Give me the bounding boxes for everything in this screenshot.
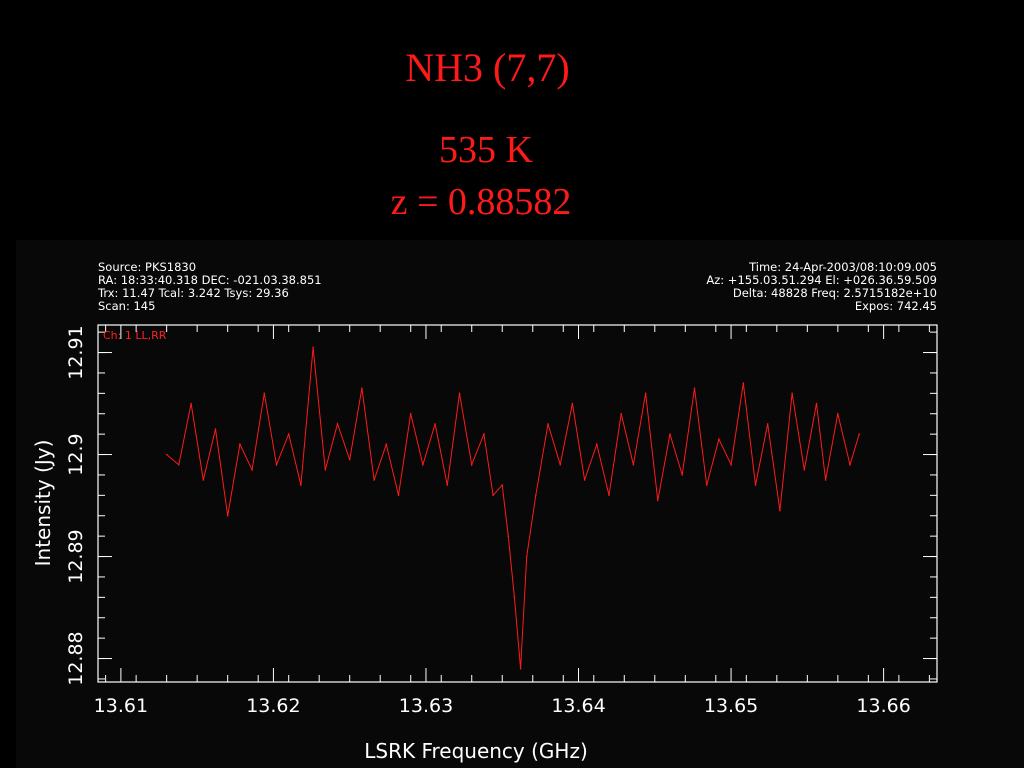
spectrum-point [458,392,461,395]
x-tick-label: 13.61 [94,695,148,717]
spectrum-point [837,412,839,415]
spectrum-point [483,433,485,435]
redshift-label: z = 0.88582 [390,181,572,223]
spectrum-point [571,402,574,405]
spectrum-point [226,514,229,517]
spectrum-point [632,463,635,466]
spectrum-chart: Source: PKS1830 RA: 18:33:40.318 DEC: -0… [31,260,938,763]
header-exposure: Expos: 742.45 [855,299,937,313]
slide-title: NH3 (7,7) [405,45,570,90]
spectrum-point [620,412,622,415]
spectrum-point [815,402,818,405]
spectrum-point [513,596,516,599]
spectrum-point [693,387,696,389]
spectrum-point [507,535,510,537]
spectrum-point [803,469,806,471]
header-coordinates: RA: 18:33:40.318 DEC: -021.03.38.851 [98,273,322,287]
spectrum-point [251,469,253,471]
spectrum-point [608,494,610,497]
spectrum-plot-panel: Source: PKS1830 RA: 18:33:40.318 DEC: -0… [16,240,1024,768]
spectrum-point [501,484,504,486]
spectrum-point [361,387,363,389]
spectrum-point [202,479,205,481]
y-axis-title: Intensity (Jy) [31,440,55,567]
spectrum-point [165,453,168,456]
x-axis-title: LSRK Frequency (GHz) [364,739,588,763]
spectrum-point [824,479,827,481]
spectrum-point [385,443,388,446]
spectrum-point [681,474,683,476]
spectrum-point [705,484,708,486]
x-tick-label: 13.62 [246,695,300,717]
spectrum-point [239,443,241,446]
x-tick-label: 13.64 [551,695,605,717]
spectrum-point [525,555,528,558]
y-tick-label: 12.91 [65,325,87,379]
spectrum-point [766,423,769,425]
spectrum-point [263,392,266,395]
x-tick-label: 13.63 [399,695,453,717]
spectrum-line [166,347,860,669]
y-tick-label: 12.9 [65,433,87,475]
y-tick-label: 12.89 [65,529,87,583]
spectrum-point [849,463,851,466]
spectrum-point [519,667,522,670]
spectrum-point [409,412,412,415]
spectrum-point [373,479,375,481]
x-tick-label: 13.66 [856,695,910,717]
spectrum-point [559,463,561,466]
spectrum-point [547,423,549,425]
spectrum-point [300,484,302,486]
spectrum-point [190,402,192,405]
spectrum-point [718,438,720,440]
header-time: Time: 24-Apr-2003/08:10:09.005 [748,260,937,274]
spectrum-points [165,346,860,670]
spectrum-point [312,346,314,349]
spectrum-point [657,499,659,502]
spectrum-point [422,463,424,466]
spectrum-point [779,509,781,512]
spectrum-point [535,494,537,497]
x-tick-label: 13.65 [704,695,758,717]
spectrum-point [583,479,586,481]
header-source: Source: PKS1830 [98,260,196,274]
spectrum-point [470,463,473,466]
spectrum-point [858,433,860,435]
spectrum-point [275,463,278,466]
spectrum-point [669,433,671,435]
y-tick-label: 12.88 [65,631,87,685]
spectrum-point [287,433,290,435]
spectrum-point [324,469,327,471]
spectrum-point [596,443,598,446]
spectrum-point [492,494,494,497]
header-azel: Az: +155.03.51.294 El: +026.36.59.509 [706,273,937,287]
channel-legend: Ch: 1 LL,RR [103,329,167,342]
header-temperatures: Trx: 11.47 Tcal: 3.242 Tsys: 29.36 [97,286,289,300]
spectrum-point [644,392,647,395]
spectrum-point [791,392,793,395]
tick-labels: 13.61 13.62 13.63 13.64 13.65 13.66 12.88 12.89… [65,325,911,717]
spectrum-point [214,428,217,430]
spectrum-point [336,423,339,425]
spectrum-point [754,484,757,486]
spectrum-point [446,484,449,486]
spectrum-point [397,494,400,497]
header-scan: Scan: 145 [98,299,155,313]
scan-header-right: Time: 24-Apr-2003/08:10:09.005 Az: +155.… [706,260,937,313]
spectrum-point [742,382,745,384]
spectrum-point [348,458,351,461]
header-frequency: Delta: 48828 Freq: 2.5715182e+10 [733,286,937,300]
temperature-label: 535 K [439,129,533,171]
spectrum-point [434,423,436,425]
spectrum-point [178,463,180,466]
spectrum-point [730,463,732,466]
scan-header-left: Source: PKS1830 RA: 18:33:40.318 DEC: -0… [97,260,322,313]
